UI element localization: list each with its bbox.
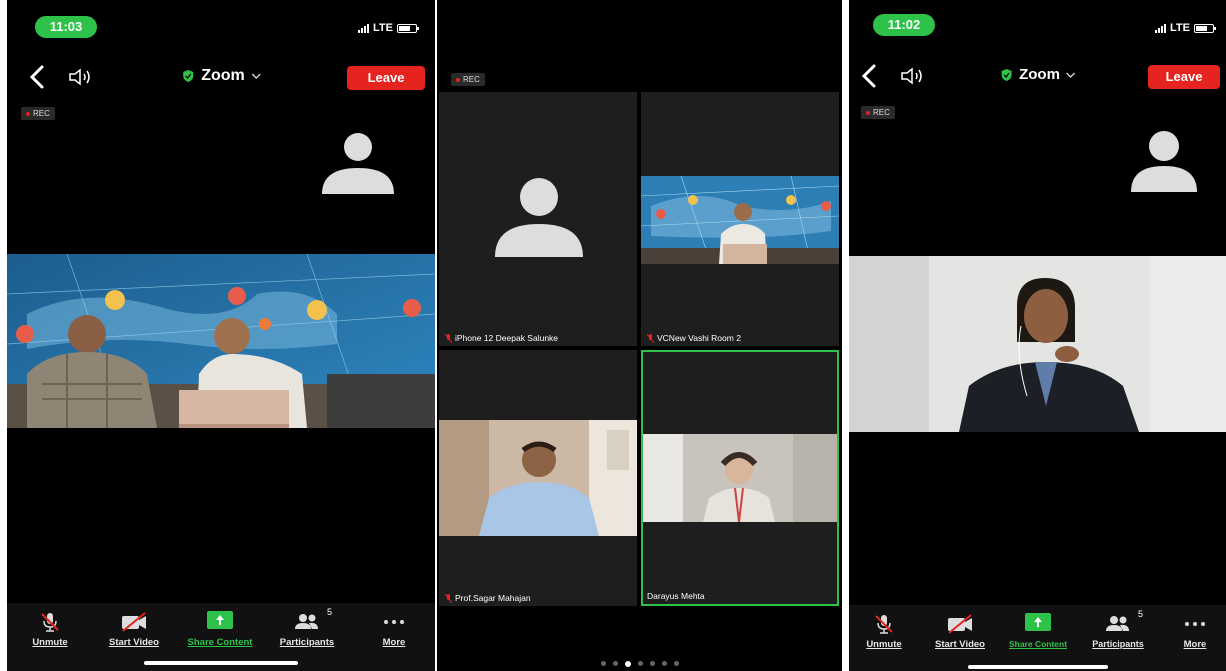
start-video-button[interactable]: Start Video bbox=[927, 613, 993, 650]
unmute-label: Unmute bbox=[32, 637, 68, 648]
chevron-down-icon bbox=[1066, 71, 1076, 78]
home-indicator bbox=[144, 661, 298, 665]
chevron-down-icon bbox=[251, 73, 261, 80]
signal-icon bbox=[1155, 23, 1167, 33]
avatar-icon bbox=[322, 133, 394, 194]
speaker-icon[interactable] bbox=[67, 66, 97, 88]
participant-name: Prof.Sagar Mahajan bbox=[445, 593, 531, 603]
share-icon bbox=[1025, 613, 1051, 631]
unmute-label: Unmute bbox=[866, 639, 902, 650]
share-content-label: Share Content bbox=[187, 637, 253, 648]
participants-button[interactable]: 5 Participants bbox=[1083, 609, 1153, 649]
participant-name: VCNew Vashi Room 2 bbox=[647, 333, 741, 343]
shield-icon bbox=[1001, 68, 1012, 81]
speaker-icon[interactable] bbox=[899, 65, 929, 87]
participant-tile[interactable]: Prof.Sagar Mahajan bbox=[439, 350, 637, 606]
back-icon[interactable] bbox=[859, 63, 881, 89]
meeting-toolbar: Unmute Start Video Share Content 5 Parti… bbox=[849, 605, 1226, 671]
rec-badge: REC bbox=[451, 73, 485, 86]
start-video-button[interactable]: Start Video bbox=[99, 611, 169, 648]
rec-dot-icon bbox=[456, 77, 460, 82]
meeting-title[interactable]: Zoom bbox=[181, 67, 261, 85]
participants-label: Participants bbox=[279, 637, 335, 648]
more-icon bbox=[384, 620, 404, 624]
unmute-button[interactable]: Unmute bbox=[861, 613, 907, 650]
share-content-label: Share Content bbox=[1008, 639, 1068, 649]
more-label: More bbox=[1183, 639, 1207, 650]
meeting-topbar: Zoom Leave bbox=[849, 59, 1226, 95]
phone-screen-left: 11:03 LTE Zoom Leave REC Unmute Start Vi… bbox=[7, 0, 435, 671]
network-label: LTE bbox=[373, 22, 393, 34]
participant-video bbox=[643, 434, 837, 522]
share-icon bbox=[207, 611, 233, 629]
share-content-button[interactable]: Share Content bbox=[177, 611, 263, 648]
start-video-label: Start Video bbox=[935, 639, 985, 650]
participants-label: Participants bbox=[1092, 639, 1144, 649]
participant-video bbox=[439, 420, 637, 536]
participant-tile[interactable]: VCNew Vashi Room 2 bbox=[641, 92, 839, 346]
status-time: 11:03 bbox=[35, 16, 97, 38]
mic-off-icon bbox=[875, 615, 893, 634]
participant-name: Darayus Mehta bbox=[647, 591, 705, 601]
rec-label: REC bbox=[33, 109, 50, 118]
leave-button[interactable]: Leave bbox=[347, 66, 425, 90]
leave-button[interactable]: Leave bbox=[1148, 65, 1220, 89]
mic-off-icon bbox=[647, 333, 654, 343]
participants-count: 5 bbox=[1137, 609, 1143, 619]
home-indicator bbox=[967, 665, 1108, 669]
rec-label: REC bbox=[463, 75, 480, 84]
participants-icon bbox=[295, 614, 318, 629]
gallery-page-indicator[interactable] bbox=[437, 661, 842, 667]
network-label: LTE bbox=[1170, 22, 1190, 34]
active-speaker-video[interactable] bbox=[849, 256, 1226, 432]
phone-screen-right: 11:02 LTE Zoom Leave REC Unmute Start Vi… bbox=[849, 0, 1226, 671]
rec-badge: REC bbox=[861, 106, 895, 119]
phone-screen-middle: REC iPhone 12 Deepak Salunke VCNew Vashi… bbox=[437, 0, 842, 671]
meeting-title-text: Zoom bbox=[1019, 66, 1060, 83]
avatar-icon bbox=[495, 178, 583, 257]
status-time: 11:02 bbox=[873, 14, 935, 36]
more-button[interactable]: More bbox=[371, 611, 417, 648]
participants-button[interactable]: 5 Participants bbox=[269, 607, 345, 648]
mic-off-icon bbox=[41, 613, 59, 632]
more-icon bbox=[1185, 622, 1205, 626]
participants-icon bbox=[1106, 616, 1129, 631]
avatar-icon bbox=[1131, 131, 1197, 192]
shield-icon bbox=[183, 70, 194, 82]
meeting-title-text: Zoom bbox=[201, 67, 245, 84]
more-button[interactable]: More bbox=[1175, 613, 1215, 650]
participant-tile[interactable]: iPhone 12 Deepak Salunke bbox=[439, 92, 637, 346]
participant-tile-active[interactable]: Darayus Mehta bbox=[641, 350, 839, 606]
meeting-topbar: Zoom Leave bbox=[7, 60, 435, 96]
participant-video bbox=[641, 176, 839, 264]
start-video-label: Start Video bbox=[109, 637, 159, 648]
mic-off-icon bbox=[445, 333, 452, 343]
rec-label: REC bbox=[873, 108, 890, 117]
participant-name: iPhone 12 Deepak Salunke bbox=[445, 333, 558, 343]
battery-icon bbox=[1194, 23, 1216, 33]
video-off-icon bbox=[948, 614, 972, 634]
participants-count: 5 bbox=[326, 607, 332, 617]
back-icon[interactable] bbox=[27, 64, 49, 90]
status-indicators: LTE bbox=[1155, 22, 1216, 34]
meeting-toolbar: Unmute Start Video Share Content 5 Parti… bbox=[7, 603, 435, 671]
mic-off-icon bbox=[445, 593, 452, 603]
rec-dot-icon bbox=[866, 110, 870, 115]
status-indicators: LTE bbox=[358, 22, 419, 34]
unmute-button[interactable]: Unmute bbox=[25, 611, 75, 648]
more-label: More bbox=[382, 637, 406, 648]
share-content-button[interactable]: Share Content bbox=[999, 613, 1077, 649]
rec-dot-icon bbox=[26, 111, 30, 116]
video-off-icon bbox=[122, 612, 146, 632]
battery-icon bbox=[397, 23, 419, 33]
meeting-title[interactable]: Zoom bbox=[999, 66, 1076, 83]
signal-icon bbox=[358, 23, 370, 33]
rec-badge: REC bbox=[21, 107, 55, 120]
active-speaker-video[interactable] bbox=[7, 254, 435, 428]
